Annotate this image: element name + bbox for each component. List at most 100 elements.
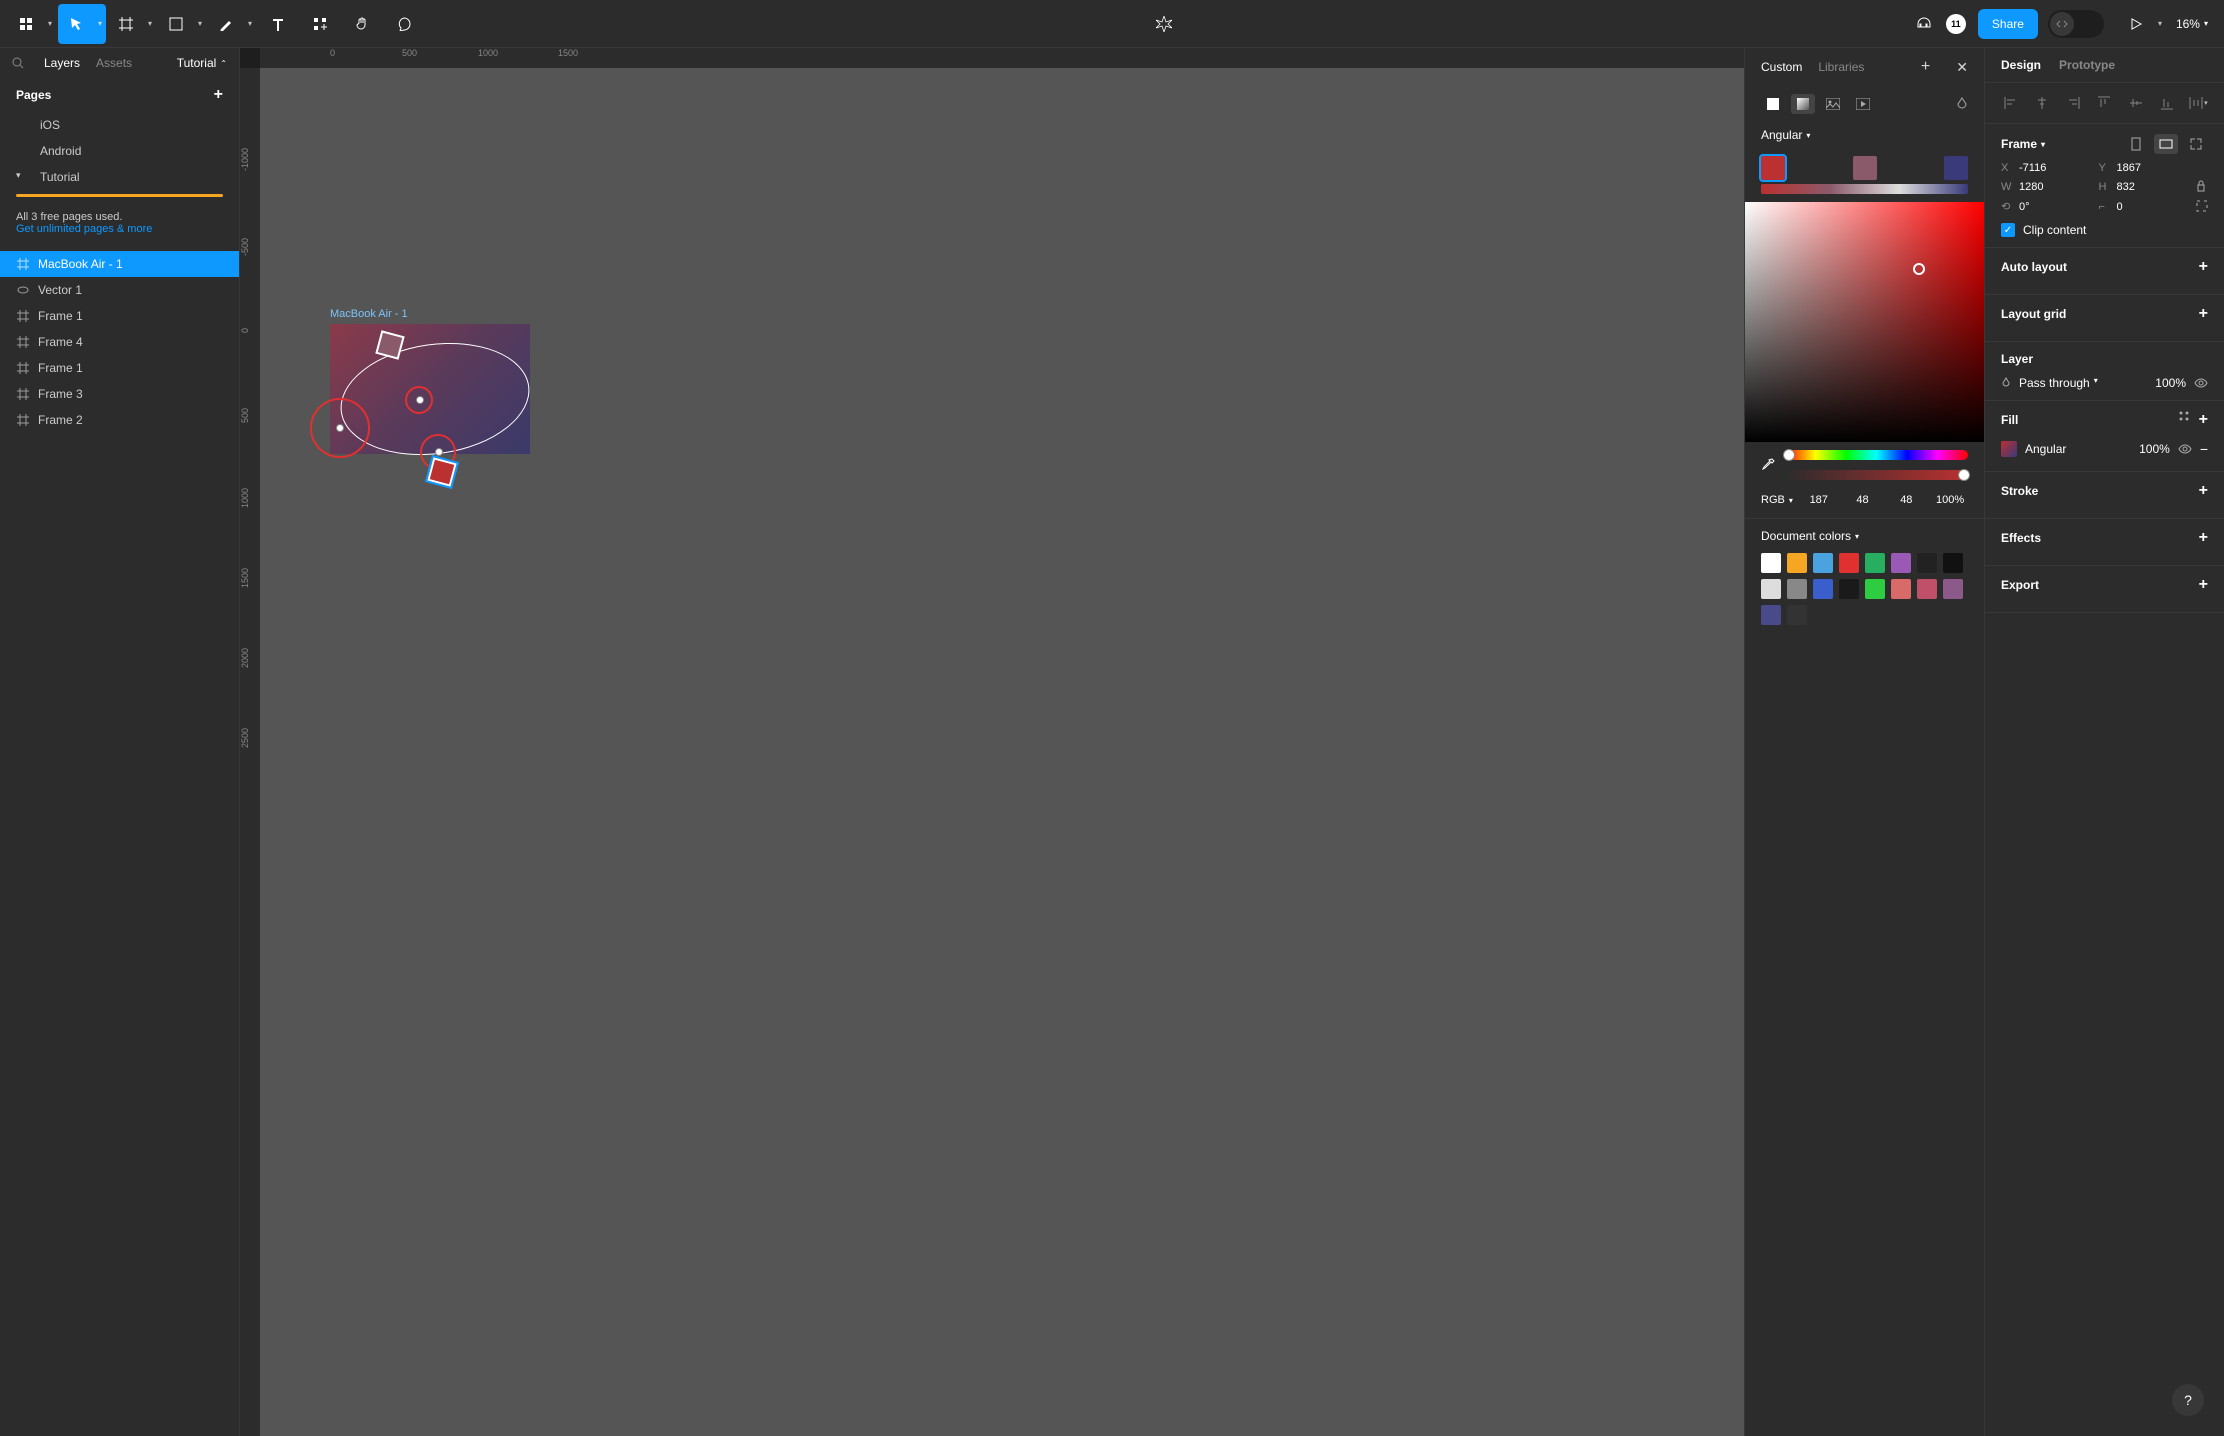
layer-item[interactable]: Frame 4 — [0, 329, 239, 355]
fill-type-image[interactable] — [1821, 94, 1845, 114]
layer-item[interactable]: MacBook Air - 1 — [0, 251, 239, 277]
gradient-stop[interactable] — [1761, 156, 1785, 180]
color-swatch[interactable] — [1943, 579, 1963, 599]
align-bottom[interactable] — [2153, 91, 2180, 115]
frame-type-dropdown[interactable]: Frame▾ — [2001, 137, 2118, 151]
text-tool[interactable] — [258, 4, 298, 44]
layer-item[interactable]: Frame 3 — [0, 381, 239, 407]
layer-opacity[interactable]: 100% — [2155, 376, 2186, 390]
audio-button[interactable] — [1904, 4, 1944, 44]
color-swatch[interactable] — [1787, 553, 1807, 573]
align-left[interactable] — [1997, 91, 2024, 115]
color-swatch[interactable] — [1839, 553, 1859, 573]
gradient-stop[interactable] — [1853, 156, 1877, 180]
page-item-ios[interactable]: iOS — [0, 112, 239, 138]
prop-h[interactable]: H832 — [2099, 180, 2187, 194]
fill-styles-button[interactable] — [2179, 411, 2189, 429]
layer-item[interactable]: Frame 1 — [0, 355, 239, 381]
fill-type-video[interactable] — [1851, 94, 1875, 114]
picker-tab-libraries[interactable]: Libraries — [1818, 60, 1864, 74]
clip-content-checkbox[interactable]: ✓ — [2001, 223, 2015, 237]
canvas-scrollbar[interactable] — [264, 1424, 504, 1432]
add-stroke-button[interactable]: + — [2199, 482, 2208, 500]
add-fill-button[interactable]: + — [2199, 411, 2208, 429]
lock-aspect[interactable] — [2196, 180, 2208, 194]
saturation-value-picker[interactable] — [1745, 202, 1984, 442]
tab-prototype[interactable]: Prototype — [2059, 58, 2115, 72]
color-swatch[interactable] — [1865, 579, 1885, 599]
prop-rotation[interactable]: ⟲0° — [2001, 200, 2089, 213]
zoom-control[interactable]: 16% ▾ — [2168, 17, 2216, 31]
visibility-icon[interactable] — [2194, 378, 2208, 388]
fill-swatch[interactable] — [2001, 441, 2017, 457]
canvas-area[interactable]: 0 500 1000 1500 -1000 -500 0 500 1000 15… — [240, 48, 1744, 1436]
add-page-button[interactable]: + — [214, 86, 223, 104]
close-picker-button[interactable]: ✕ — [1956, 59, 1968, 76]
color-swatch[interactable] — [1917, 579, 1937, 599]
gradient-bar[interactable] — [1761, 184, 1968, 194]
layer-item[interactable]: Frame 1 — [0, 303, 239, 329]
align-h-center[interactable] — [2028, 91, 2055, 115]
color-swatch[interactable] — [1813, 579, 1833, 599]
color-swatch[interactable] — [1787, 605, 1807, 625]
align-right[interactable] — [2060, 91, 2087, 115]
individual-corners[interactable] — [2196, 200, 2208, 213]
fill-type-label[interactable]: Angular — [2025, 442, 2066, 456]
fill-type-gradient[interactable] — [1791, 94, 1815, 114]
color-swatch[interactable] — [1813, 553, 1833, 573]
move-tool[interactable]: ▾ — [58, 4, 106, 44]
resources-tool[interactable] — [300, 4, 340, 44]
gradient-stop-canvas-2[interactable] — [427, 457, 456, 486]
gradient-type-dropdown[interactable]: Angular▾ — [1745, 122, 1984, 148]
color-b[interactable]: 48 — [1888, 494, 1924, 506]
layer-item[interactable]: Vector 1 — [0, 277, 239, 303]
page-item-tutorial[interactable]: Tutorial — [0, 164, 239, 190]
blend-mode-icon[interactable] — [1956, 97, 1968, 111]
resize-to-fit[interactable] — [2184, 134, 2208, 154]
handle-dot[interactable] — [416, 396, 424, 404]
tab-design[interactable]: Design — [2001, 58, 2041, 72]
tab-layers[interactable]: Layers — [44, 56, 80, 70]
align-top[interactable] — [2091, 91, 2118, 115]
sv-cursor[interactable] — [1913, 263, 1925, 275]
handle-dot[interactable] — [336, 424, 344, 432]
present-button[interactable]: ▾ — [2118, 4, 2166, 44]
remove-fill-button[interactable]: − — [2200, 441, 2208, 457]
hand-tool[interactable] — [342, 4, 382, 44]
actions-button[interactable] — [1144, 4, 1184, 44]
color-r[interactable]: 187 — [1801, 494, 1837, 506]
share-button[interactable]: Share — [1978, 9, 2038, 39]
color-swatch[interactable] — [1761, 553, 1781, 573]
canvas-frame-label[interactable]: MacBook Air - 1 — [330, 308, 408, 320]
orient-landscape[interactable] — [2154, 134, 2178, 154]
handle-dot[interactable] — [435, 448, 443, 456]
prop-x[interactable]: X-7116 — [2001, 162, 2089, 174]
distribute[interactable]: ▾ — [2185, 91, 2212, 115]
color-swatch[interactable] — [1787, 579, 1807, 599]
frame-tool[interactable]: ▾ — [108, 4, 156, 44]
color-swatch[interactable] — [1761, 605, 1781, 625]
color-g[interactable]: 48 — [1845, 494, 1881, 506]
add-auto-layout[interactable]: + — [2199, 258, 2208, 276]
align-v-center[interactable] — [2122, 91, 2149, 115]
alpha-slider[interactable] — [1785, 470, 1968, 480]
color-mode-dropdown[interactable]: RGB▾ — [1761, 494, 1793, 506]
color-swatch[interactable] — [1839, 579, 1859, 599]
search-icon[interactable] — [12, 57, 24, 69]
fill-type-solid[interactable] — [1761, 94, 1785, 114]
add-effect-button[interactable]: + — [2199, 529, 2208, 547]
document-colors-dropdown[interactable]: Document colors▾ — [1745, 519, 1984, 549]
file-name-dropdown[interactable]: Tutorial⌃ — [177, 56, 227, 70]
gradient-stop[interactable] — [1944, 156, 1968, 180]
color-a[interactable]: 100% — [1932, 494, 1968, 506]
prop-y[interactable]: Y1867 — [2099, 162, 2187, 174]
shape-tool[interactable]: ▾ — [158, 4, 206, 44]
orient-portrait[interactable] — [2124, 134, 2148, 154]
picker-tab-custom[interactable]: Custom — [1761, 60, 1802, 74]
help-button[interactable]: ? — [2172, 1384, 2204, 1416]
fill-visibility-icon[interactable] — [2178, 444, 2192, 454]
color-swatch[interactable] — [1891, 579, 1911, 599]
menu-button[interactable]: ▾ — [8, 4, 56, 44]
upgrade-link[interactable]: Get unlimited pages & more — [16, 223, 223, 235]
add-layout-grid[interactable]: + — [2199, 305, 2208, 323]
